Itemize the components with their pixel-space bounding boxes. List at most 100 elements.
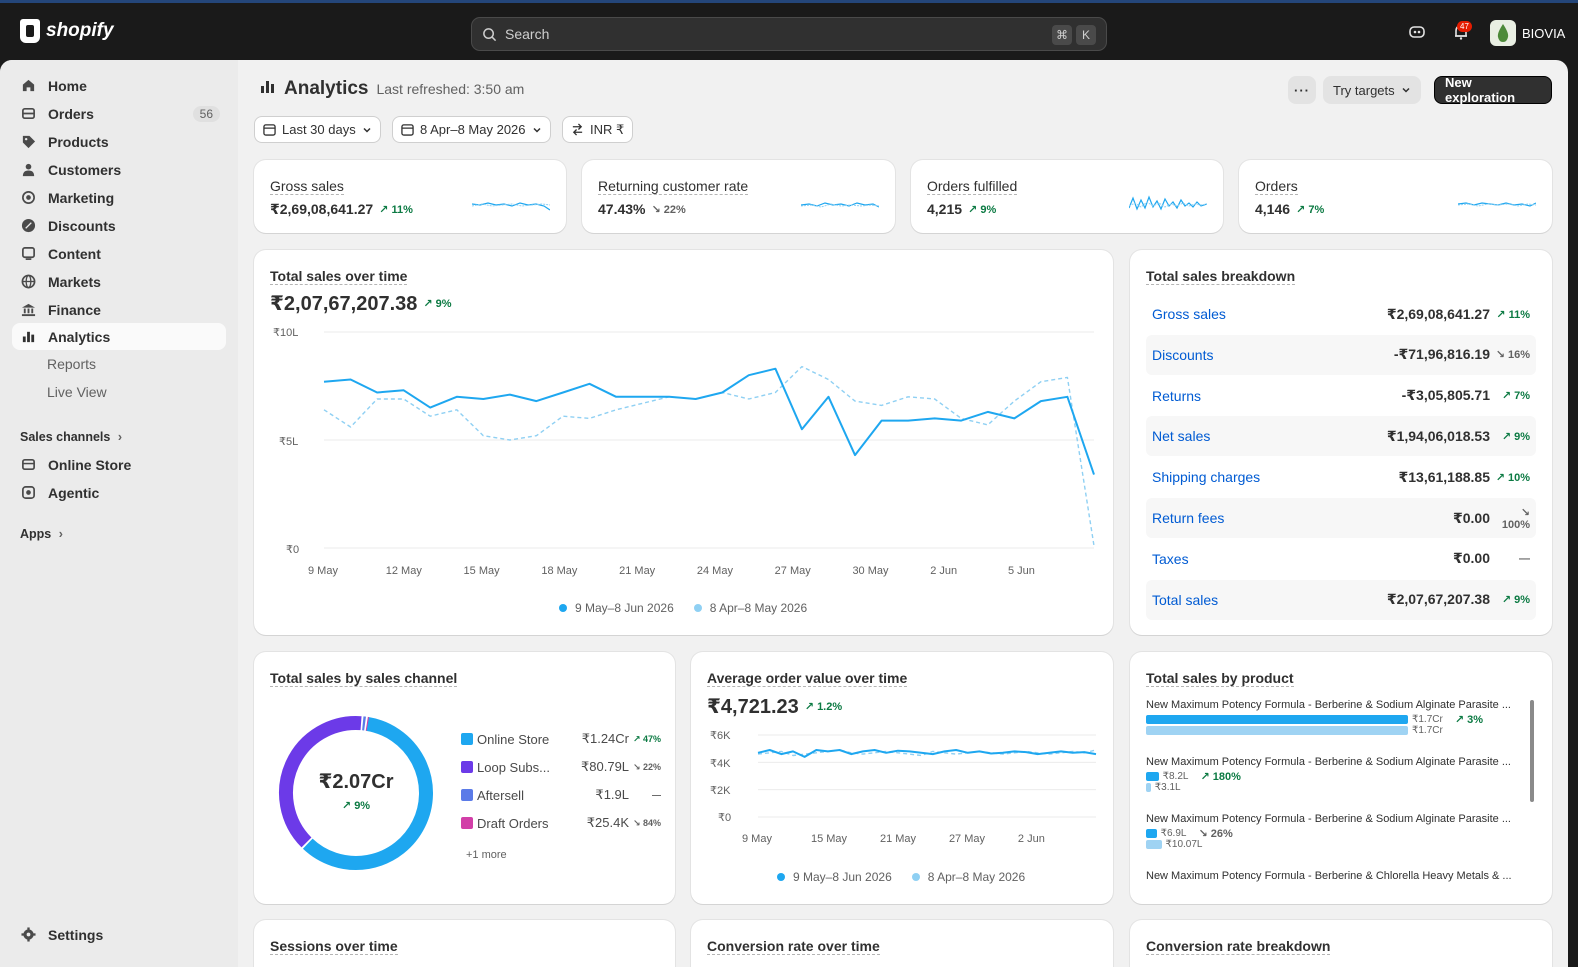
bar-previous[interactable]	[1146, 782, 1151, 792]
current-period-line[interactable]	[757, 749, 1097, 758]
channel-row[interactable]: Aftersell ₹1.9L —	[461, 787, 661, 803]
breakdown-name[interactable]: Net sales	[1152, 428, 1387, 444]
brand-name: shopify	[46, 20, 114, 41]
change-value: 9%	[1514, 594, 1530, 607]
shopify-logo[interactable]: shopify	[20, 19, 114, 43]
breakdown-row[interactable]: Taxes ₹0.00 —	[1146, 539, 1536, 579]
breakdown-row[interactable]: Total sales ₹2,07,67,207.38 ↗ 9%	[1146, 579, 1536, 620]
breakdown-name[interactable]: Gross sales	[1152, 306, 1387, 322]
breakdown-row[interactable]: Returns -₹3,05,805.71 ↗ 7%	[1146, 376, 1536, 416]
try-targets-button[interactable]: Try targets	[1323, 76, 1421, 104]
bar-current[interactable]	[1146, 714, 1408, 724]
product-row[interactable]: New Maximum Potency Formula - Berberine …	[1146, 756, 1526, 793]
sidebar-item-home[interactable]: Home	[12, 72, 226, 99]
card-title[interactable]: Total sales breakdown	[1146, 268, 1296, 285]
card-title[interactable]: Conversion rate over time	[707, 938, 880, 955]
bar-current[interactable]	[1146, 771, 1159, 781]
product-row[interactable]: New Maximum Potency Formula - Berberine …	[1146, 870, 1526, 882]
compare-range-label: 8 Apr–8 May 2026	[420, 122, 526, 137]
legend-current[interactable]: 9 May–8 Jun 2026	[559, 601, 674, 615]
bar-previous[interactable]	[1146, 725, 1408, 735]
x-tick-label: 27 May	[774, 565, 811, 577]
bar-row-current: ₹6.9L ↘ 26%	[1146, 828, 1526, 840]
total-sales-over-time-card: Total sales over time ₹2,07,67,207.38 ↗ …	[254, 250, 1113, 635]
sidebar-item-analytics[interactable]: Analytics	[12, 323, 226, 350]
agentic-icon	[20, 485, 36, 501]
breakdown-row[interactable]: Net sales ₹1,94,06,018.53 ↗ 9%	[1146, 416, 1536, 457]
breakdown-row[interactable]: Shipping charges ₹13,61,188.85 ↗ 10%	[1146, 457, 1536, 497]
legend-previous[interactable]: 8 Apr–8 May 2026	[911, 870, 1025, 884]
sidebar-item-markets[interactable]: Markets	[12, 268, 226, 295]
breakdown-row[interactable]: Return fees ₹0.00 ↘ 100%	[1146, 498, 1536, 538]
breakdown-name[interactable]: Discounts	[1152, 347, 1394, 363]
card-title[interactable]: Conversion rate breakdown	[1146, 938, 1331, 955]
legend-current[interactable]: 9 May–8 Jun 2026	[777, 870, 892, 884]
channel-row[interactable]: Loop Subs... ₹80.79L ↘ 22%	[461, 759, 661, 775]
breakdown-change: —	[1490, 553, 1530, 565]
kpi-card-orders[interactable]: Orders 4,146 ↗ 7%	[1239, 160, 1552, 233]
new-exploration-button[interactable]: New exploration	[1434, 75, 1552, 105]
breakdown-amount: ₹0.00	[1453, 550, 1490, 567]
cmd-key-hint: ⌘	[1052, 25, 1072, 45]
sidebar-item-marketing[interactable]: Marketing	[12, 184, 226, 211]
sidebar-item-content[interactable]: Content	[12, 240, 226, 267]
aov-line-chart[interactable]	[691, 652, 1113, 832]
kpi-value: 4,146	[1255, 201, 1291, 217]
breakdown-name[interactable]: Return fees	[1152, 510, 1453, 526]
sidebar-item-finance[interactable]: Finance	[12, 296, 226, 323]
gear-icon	[20, 927, 36, 943]
compare-range-filter[interactable]: 8 Apr–8 May 2026	[392, 116, 551, 143]
chart-legend: 9 May–8 Jun 2026 8 Apr–8 May 2026	[777, 870, 1025, 884]
sidebar-item-live-view[interactable]: Live View	[47, 384, 107, 400]
card-title[interactable]: Total sales by sales channel	[270, 670, 458, 687]
breakdown-name[interactable]: Returns	[1152, 388, 1402, 404]
x-tick-label: 21 May	[619, 565, 656, 577]
sidebar-item-discounts[interactable]: Discounts	[12, 212, 226, 239]
kpi-card-returning-customer-rate[interactable]: Returning customer rate 47.43% ↘ 22%	[582, 160, 895, 233]
more-actions-button[interactable]: ···	[1288, 76, 1316, 104]
store-menu[interactable]: BIOVIA	[1490, 20, 1565, 46]
sidebar-item-orders[interactable]: Orders 56	[12, 100, 226, 127]
breakdown-name[interactable]: Taxes	[1152, 551, 1453, 567]
channel-row[interactable]: Online Store ₹1.24Cr ↗ 47%	[461, 731, 661, 747]
product-row[interactable]: New Maximum Potency Formula - Berberine …	[1146, 699, 1526, 736]
change-value: —	[652, 790, 661, 800]
top-bar: shopify Search ⌘ K 47 BIOVIA	[0, 0, 1578, 60]
channel-name: Loop Subs...	[477, 759, 550, 775]
change-value: 84%	[642, 817, 661, 828]
card-title[interactable]: Total sales by product	[1146, 670, 1294, 687]
sales-channels-heading[interactable]: Sales channels ›	[20, 430, 122, 444]
channel-value: ₹1.24Cr	[581, 731, 629, 746]
breakdown-name[interactable]: Total sales	[1152, 592, 1387, 608]
kpi-card-orders-fulfilled[interactable]: Orders fulfilled 4,215 ↗ 9%	[911, 160, 1223, 233]
more-channels-link[interactable]: +1 more	[466, 849, 507, 861]
breakdown-row[interactable]: Discounts -₹71,96,816.19 ↘ 16%	[1146, 334, 1536, 375]
sidebar-item-settings[interactable]: Settings	[12, 921, 226, 948]
bar-previous[interactable]	[1146, 839, 1162, 849]
search-input[interactable]: Search ⌘ K	[471, 17, 1107, 51]
previous-period-line[interactable]	[323, 365, 1095, 546]
chevron-right-icon: ›	[58, 527, 63, 541]
total-sales-line-chart[interactable]	[254, 250, 1113, 590]
sidekick-icon[interactable]	[1408, 23, 1426, 44]
date-range-filter[interactable]: Last 30 days	[254, 116, 381, 143]
sidebar-item-products[interactable]: Products	[12, 128, 226, 155]
apps-heading[interactable]: Apps ›	[20, 527, 63, 541]
bar-current[interactable]	[1146, 828, 1157, 838]
sidebar-item-online-store[interactable]: Online Store	[12, 451, 226, 478]
scrollbar[interactable]	[1530, 700, 1534, 802]
legend-previous[interactable]: 8 Apr–8 May 2026	[693, 601, 807, 615]
product-row[interactable]: New Maximum Potency Formula - Berberine …	[1146, 813, 1526, 850]
breakdown-amount: -₹71,96,816.19	[1393, 346, 1490, 363]
sidebar-item-agentic[interactable]: Agentic	[12, 479, 226, 506]
sidebar-item-reports[interactable]: Reports	[47, 356, 96, 372]
sidebar-item-customers[interactable]: Customers	[12, 156, 226, 183]
breakdown-row[interactable]: Gross sales ₹2,69,08,641.27 ↗ 11%	[1146, 294, 1536, 334]
breakdown-name[interactable]: Shipping charges	[1152, 469, 1399, 485]
kpi-card-gross-sales[interactable]: Gross sales ₹2,69,08,641.27 ↗ 11%	[254, 160, 566, 233]
current-period-line[interactable]	[323, 367, 1095, 475]
currency-filter[interactable]: INR ₹	[562, 116, 634, 143]
channel-row[interactable]: Draft Orders ₹25.4K ↘ 84%	[461, 815, 661, 831]
card-title[interactable]: Sessions over time	[270, 938, 398, 955]
product-name: New Maximum Potency Formula - Berberine …	[1146, 870, 1512, 882]
